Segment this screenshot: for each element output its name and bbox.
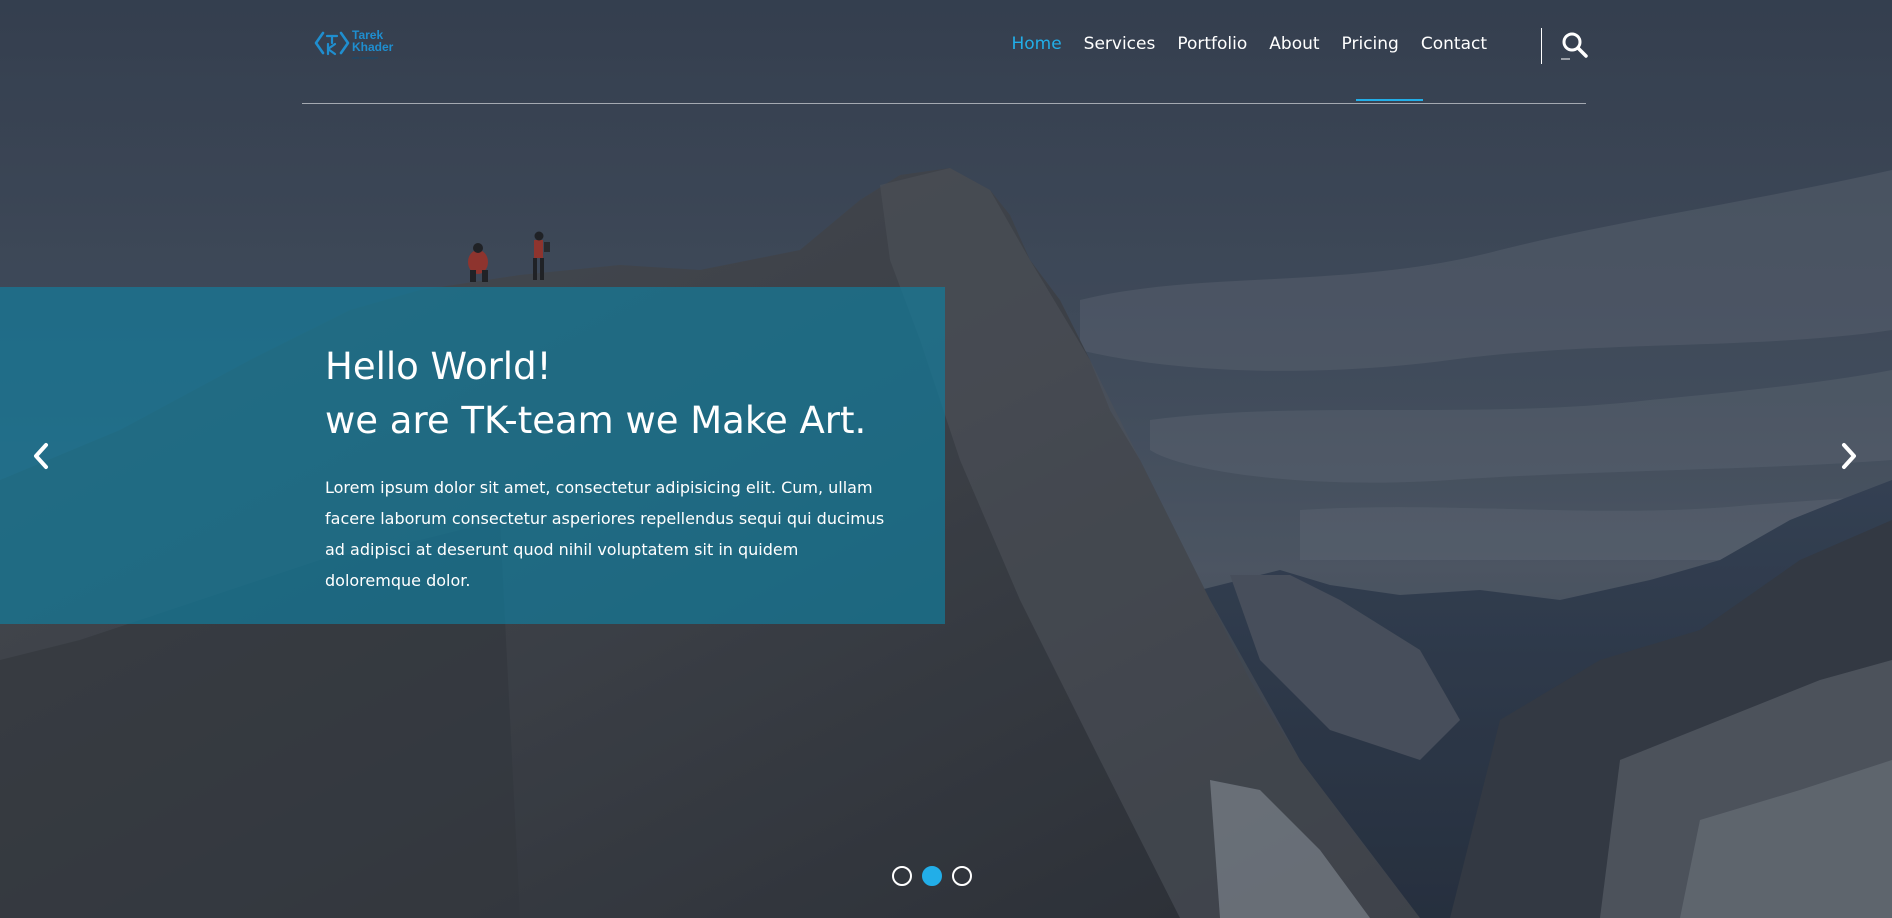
nav-menu: Home Services Portfolio About Pricing Co…: [1000, 34, 1498, 54]
nav-item-pricing[interactable]: Pricing: [1331, 34, 1410, 54]
search-icon: [1561, 32, 1588, 60]
hero-description: Lorem ipsum dolor sit amet, consectetur …: [325, 478, 885, 590]
nav-item-home[interactable]: Home: [1000, 34, 1072, 54]
hero-title-line1: Hello World!: [325, 345, 552, 388]
hero-title: Hello World! we are TK-team we Make Art.: [325, 340, 866, 448]
hero-carousel: Tarek Khader web developer Home Services…: [0, 0, 1892, 918]
carousel-indicator-3[interactable]: [952, 866, 972, 886]
nav-divider: [1541, 28, 1542, 64]
search-button[interactable]: [1560, 30, 1590, 60]
carousel-prev-button[interactable]: [24, 438, 60, 474]
nav-item-portfolio[interactable]: Portfolio: [1166, 34, 1258, 54]
carousel-indicator-2[interactable]: [922, 866, 942, 886]
nav-active-indicator: [1356, 99, 1423, 101]
nav-item-about[interactable]: About: [1258, 34, 1330, 54]
brand-name-line2: Khader: [352, 40, 394, 54]
nav-item-contact[interactable]: Contact: [1410, 34, 1498, 54]
nav-item-services[interactable]: Services: [1073, 34, 1167, 54]
hero-title-line2: we are TK-team we Make Art.: [325, 399, 867, 442]
carousel-indicators: [892, 866, 972, 886]
brand-tagline: web developer: [352, 55, 379, 60]
carousel-indicator-1[interactable]: [892, 866, 912, 886]
brand-name: Tarek Khader: [352, 29, 393, 53]
brand-logo-mark: [314, 31, 350, 56]
chevron-right-icon: [1842, 443, 1856, 469]
brand-logo[interactable]: Tarek Khader web developer: [314, 28, 414, 64]
chevron-left-icon: [34, 443, 48, 469]
carousel-next-button[interactable]: [1830, 438, 1866, 474]
navbar: Tarek Khader web developer Home Services…: [302, 0, 1588, 104]
